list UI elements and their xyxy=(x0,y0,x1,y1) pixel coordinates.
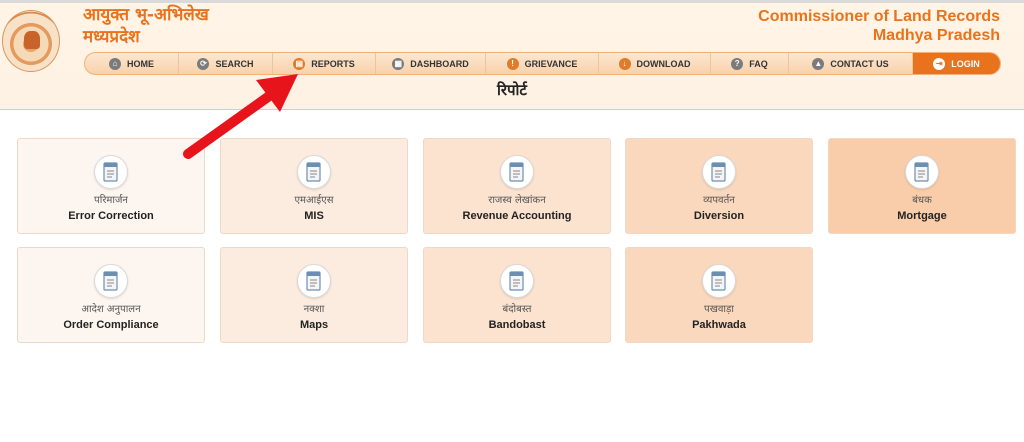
mp-emblem-logo xyxy=(2,10,60,72)
nav-grievance-label: GRIEVANCE xyxy=(524,58,578,69)
red-pointer-arrow-icon xyxy=(183,74,298,159)
tile-english-label: Bandobast xyxy=(488,319,546,331)
tile-english-label: Mortgage xyxy=(897,210,947,222)
report-document-icon xyxy=(905,155,939,189)
nav-login-label: LOGIN xyxy=(951,58,980,69)
report-document-icon xyxy=(500,155,534,189)
tile-english-label: Pakhwada xyxy=(692,319,746,331)
tile-error-correction[interactable]: परिमार्जन Error Correction xyxy=(17,138,205,234)
report-document-icon xyxy=(297,264,331,298)
nav-contact-us[interactable]: ▲ CONTACT US xyxy=(789,53,913,74)
english-title-line2: Madhya Pradesh xyxy=(872,27,1000,44)
report-document-icon xyxy=(94,264,128,298)
tile-english-label: MIS xyxy=(304,210,324,222)
nav-download[interactable]: ↓ DOWNLOAD xyxy=(599,53,711,74)
tile-english-label: Maps xyxy=(299,319,329,331)
nav-download-label: DOWNLOAD xyxy=(636,58,691,69)
tile-hindi-label: बंधक xyxy=(912,195,932,206)
page: आयुक्त भू-अभिलेख मध्यप्रदेश Commissioner… xyxy=(0,0,1024,442)
tile-english-label: Error Correction xyxy=(68,210,154,222)
contact-icon: ▲ xyxy=(812,57,825,70)
tile-english-label: Order Compliance xyxy=(63,319,159,331)
tile-maps[interactable]: नक्शा Maps xyxy=(220,247,408,343)
nav-contact-label: CONTACT US xyxy=(830,58,889,69)
tile-hindi-label: एमआईएस xyxy=(294,195,334,206)
nav-dashboard[interactable]: ▦ DASHBOARD xyxy=(376,53,486,74)
tile-english-label: Diversion xyxy=(693,210,745,222)
nav-faq[interactable]: ? FAQ xyxy=(711,53,789,74)
login-icon: ⇥ xyxy=(933,57,946,70)
hindi-title-line2: मध्यप्रदेश xyxy=(83,27,140,47)
english-site-title: Commissioner of Land Records Madhya Prad… xyxy=(758,7,1000,45)
top-border xyxy=(0,0,1024,3)
tile-hindi-label: बंदोबस्त xyxy=(502,304,532,315)
tile-revenue-accounting[interactable]: राजस्व लेखांकन Revenue Accounting xyxy=(423,138,611,234)
download-icon: ↓ xyxy=(618,57,631,70)
tile-hindi-label: व्यपवर्तन xyxy=(703,195,735,206)
english-title-line1: Commissioner of Land Records xyxy=(758,8,1000,25)
tile-hindi-label: पखवाड़ा xyxy=(704,304,734,315)
nav-dashboard-label: DASHBOARD xyxy=(410,58,469,69)
report-document-icon xyxy=(94,155,128,189)
tile-diversion[interactable]: व्यपवर्तन Diversion xyxy=(625,138,813,234)
tile-hindi-label: परिमार्जन xyxy=(94,195,128,206)
nav-faq-label: FAQ xyxy=(749,58,768,69)
tile-order-compliance[interactable]: आदेश अनुपालन Order Compliance xyxy=(17,247,205,343)
nav-grievance[interactable]: ! GRIEVANCE xyxy=(486,53,599,74)
tile-hindi-label: राजस्व लेखांकन xyxy=(488,195,546,206)
nav-reports-label: REPORTS xyxy=(311,58,355,69)
hindi-site-title: आयुक्त भू-अभिलेख मध्यप्रदेश xyxy=(83,4,209,48)
page-title: रिपोर्ट xyxy=(497,81,527,99)
report-document-icon xyxy=(702,155,736,189)
dashboard-icon: ▦ xyxy=(392,57,405,70)
nav-home-label: HOME xyxy=(127,58,154,69)
site-header: आयुक्त भू-अभिलेख मध्यप्रदेश Commissioner… xyxy=(0,0,1024,110)
emblem-center xyxy=(24,31,40,49)
tile-english-label: Revenue Accounting xyxy=(462,210,572,222)
hindi-title-line1: आयुक्त भू-अभिलेख xyxy=(83,5,209,25)
grievance-icon: ! xyxy=(506,57,519,70)
faq-icon: ? xyxy=(731,57,744,70)
report-document-icon xyxy=(500,264,534,298)
nav-login-button[interactable]: ⇥ LOGIN xyxy=(913,53,1000,74)
report-document-icon xyxy=(702,264,736,298)
tile-pakhwada[interactable]: पखवाड़ा Pakhwada xyxy=(625,247,813,343)
tile-hindi-label: आदेश अनुपालन xyxy=(81,304,141,315)
tile-mortgage[interactable]: बंधक Mortgage xyxy=(828,138,1016,234)
tile-bandobast[interactable]: बंदोबस्त Bandobast xyxy=(423,247,611,343)
home-icon: ⌂ xyxy=(109,57,121,70)
tile-hindi-label: नक्शा xyxy=(303,304,325,315)
nav-home[interactable]: ⌂ HOME xyxy=(85,53,179,74)
